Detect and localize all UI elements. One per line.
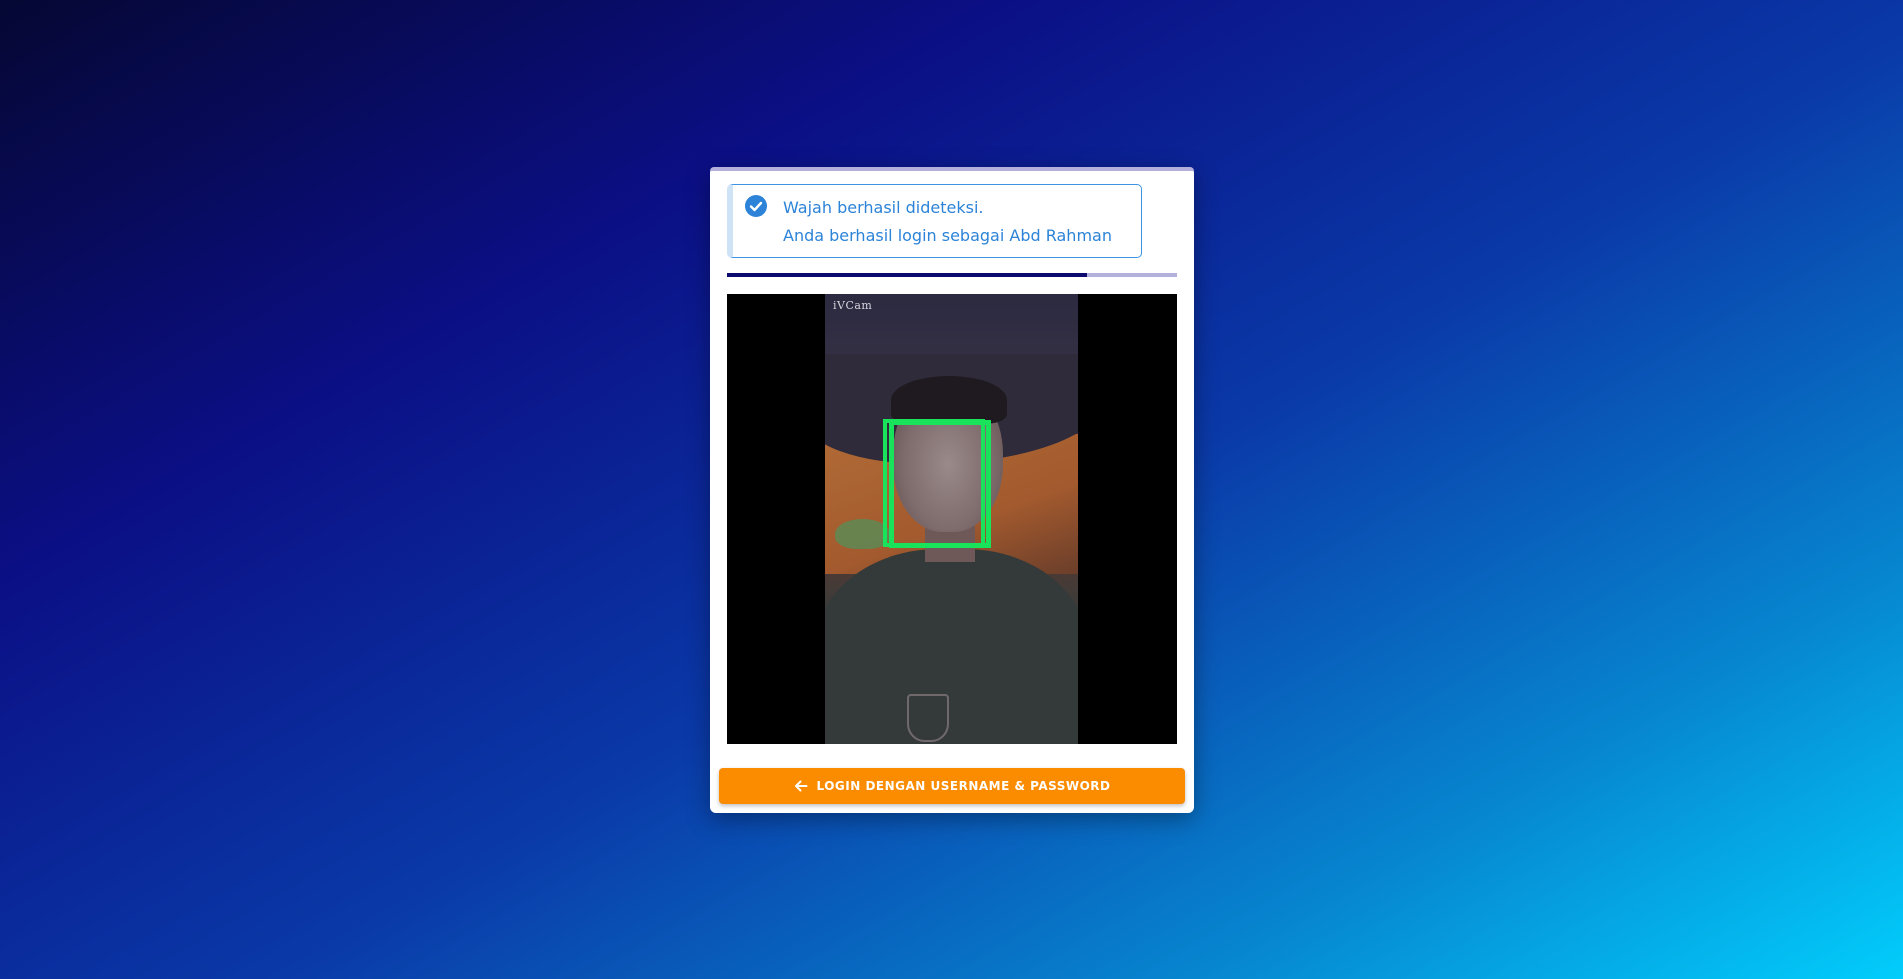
alert-message: Wajah berhasil dideteksi. Anda berhasil … — [783, 194, 1112, 250]
face-login-card: Wajah berhasil dideteksi. Anda berhasil … — [710, 167, 1194, 813]
progress-bar — [727, 273, 1177, 277]
camera-source-label: iVCam — [833, 299, 873, 312]
camera-frame: iVCam — [825, 294, 1078, 744]
success-alert: Wajah berhasil dideteksi. Anda berhasil … — [727, 184, 1142, 258]
person-hair — [891, 376, 1007, 424]
progress-bar-fill — [727, 273, 1087, 277]
arrow-left-icon — [794, 779, 808, 793]
login-button-label: LOGIN DENGAN USERNAME & PASSWORD — [816, 779, 1111, 793]
alert-line-logged-in: Anda berhasil login sebagai Abd Rahman — [783, 226, 1112, 245]
person-shirt — [825, 549, 1078, 744]
face-detection-box — [889, 420, 991, 548]
check-circle-icon — [745, 195, 767, 217]
shirt-logo — [907, 694, 949, 742]
camera-video: iVCam — [727, 294, 1177, 744]
card-top-bar — [710, 167, 1194, 171]
wall-decoration — [835, 519, 890, 549]
login-with-password-button[interactable]: LOGIN DENGAN USERNAME & PASSWORD — [719, 768, 1185, 804]
alert-line-detected: Wajah berhasil dideteksi. — [783, 198, 984, 217]
